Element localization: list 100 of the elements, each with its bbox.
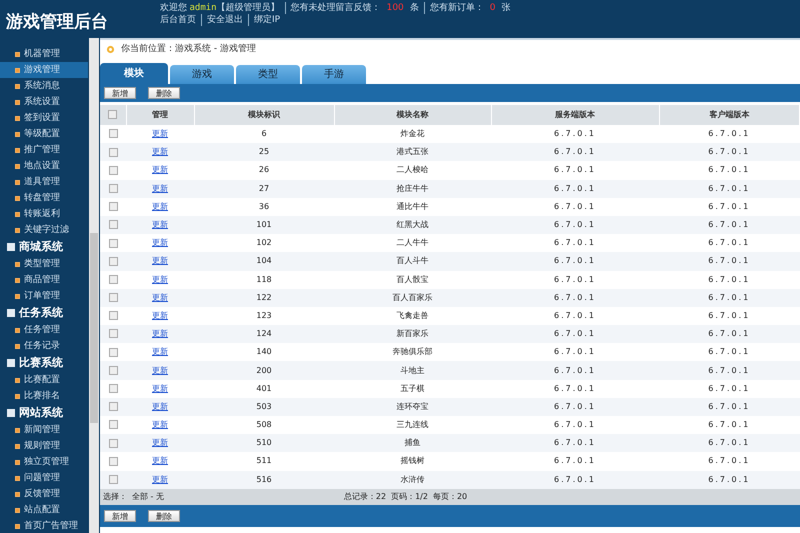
update-link[interactable]: 更新 [152,438,168,448]
tab[interactable]: 手游 [302,65,366,84]
update-link[interactable]: 更新 [152,184,168,193]
sidebar-item[interactable]: 系统设置 [0,94,88,110]
update-link[interactable]: 更新 [152,474,168,484]
sidebar-item[interactable]: 比赛排名 [0,388,88,404]
sidebar-item[interactable]: 比赛配置 [0,372,88,388]
sidebar-item[interactable]: 规则管理 [0,438,88,454]
sidebar-item[interactable]: 问题管理 [0,470,88,486]
update-link[interactable]: 更新 [152,456,168,466]
tab[interactable]: 类型 [236,65,300,84]
update-link[interactable]: 更新 [152,310,168,320]
sidebar-item[interactable]: 地点设置 [0,158,88,174]
update-link[interactable]: 更新 [152,329,168,338]
sidebar-item[interactable]: 机器管理 [0,46,88,62]
sidebar-item[interactable]: 转盘管理 [0,190,88,206]
row-checkbox[interactable] [108,348,118,357]
delete-button[interactable]: 删除 [148,87,180,99]
row-checkbox[interactable] [108,184,118,193]
row-checkbox[interactable] [108,402,118,412]
row-checkbox[interactable] [108,148,118,157]
table-cell: 6.7.0.1 [554,366,596,375]
sidebar-item[interactable]: 首页广告管理 [0,518,88,533]
sidebar-group-title[interactable]: 网站系统 [19,404,63,422]
row-checkbox[interactable] [108,366,118,375]
row-checkbox[interactable] [108,456,118,466]
table-cell: 通比牛牛 [396,202,428,211]
row-checkbox[interactable] [108,293,118,302]
row-checkbox[interactable] [108,274,118,284]
sidebar-group-title[interactable]: 任务系统 [19,304,63,322]
table-cell: 6.7.0.1 [708,438,750,448]
row-checkbox[interactable] [108,420,118,430]
select-all-checkbox[interactable] [108,110,118,120]
sidebar-item[interactable]: 转账返利 [0,206,88,222]
update-link[interactable]: 更新 [152,202,168,211]
table-cell: 6.7.0.1 [708,310,750,320]
row-checkbox[interactable] [108,166,118,175]
sidebar-item[interactable]: 任务管理 [0,322,88,338]
row-checkbox[interactable] [108,311,118,320]
table-cell: 6.7.0.1 [554,474,596,484]
table-cell: 6.7.0.1 [554,420,596,430]
sidebar-item[interactable]: 系统消息 [0,78,88,94]
sidebar-group-title[interactable]: 比赛系统 [19,354,63,372]
update-link[interactable]: 更新 [152,256,168,266]
row-checkbox[interactable] [108,329,118,338]
update-link[interactable]: 更新 [152,292,168,302]
update-link[interactable]: 更新 [152,402,168,411]
update-link[interactable]: 更新 [152,420,168,430]
sidebar-item[interactable]: 类型管理 [0,256,88,272]
row-checkbox[interactable] [108,238,118,248]
update-link[interactable]: 更新 [152,366,168,375]
app-title: 游戏管理后台 [5,11,109,34]
sidebar-group-title[interactable]: 商城系统 [19,238,63,256]
sidebar-item[interactable]: 订单管理 [0,288,88,304]
sidebar-item[interactable]: 签到设置 [0,110,88,126]
table-cell: 百人百家乐 [392,292,432,302]
row-checkbox[interactable] [108,220,118,230]
update-link[interactable]: 更新 [152,384,168,393]
row-checkbox[interactable] [108,474,118,484]
sidebar-item[interactable]: 游戏管理 [0,62,88,78]
scrollbar[interactable] [89,38,99,533]
table-cell: 炸金花 [400,129,424,138]
add-button[interactable]: 新增 [104,87,136,99]
select-none-link[interactable]: 无 [156,491,164,503]
row-checkbox[interactable] [108,129,118,138]
update-link[interactable]: 更新 [152,129,168,138]
table-cell: 飞禽走兽 [396,310,428,320]
sidebar-item[interactable]: 道具管理 [0,174,88,190]
feedback-unit: 条 [410,3,419,13]
tab[interactable]: 游戏 [170,65,234,84]
select-all-link[interactable]: 全部 [132,491,148,503]
update-link[interactable]: 更新 [152,220,168,230]
sidebar-item[interactable]: 独立页管理 [0,454,88,470]
delete-button[interactable]: 删除 [148,510,180,522]
table-cell: 122 [256,292,272,302]
row-checkbox[interactable] [108,256,118,266]
add-button[interactable]: 新增 [104,510,136,522]
sidebar-item[interactable]: 站点配置 [0,502,88,518]
update-link[interactable]: 更新 [152,238,168,248]
header-link[interactable]: 安全退出 [207,15,243,25]
sidebar-item[interactable]: 任务记录 [0,338,88,354]
column-header: 服务端版本 [491,105,659,125]
table-cell: 140 [256,347,272,356]
sidebar-item[interactable]: 关键字过滤 [0,222,88,238]
sidebar-item[interactable]: 推广管理 [0,142,88,158]
sidebar-item[interactable]: 新闻管理 [0,422,88,438]
sidebar-item[interactable]: 反馈管理 [0,486,88,502]
header-link[interactable]: 后台首页 [160,15,196,25]
update-link[interactable]: 更新 [152,274,168,284]
sidebar-item[interactable]: 商品管理 [0,272,88,288]
header-link[interactable]: 绑定IP [254,15,280,25]
row-checkbox[interactable] [108,438,118,448]
update-link[interactable]: 更新 [152,165,168,174]
update-link[interactable]: 更新 [152,147,168,156]
sidebar-item[interactable]: 等级配置 [0,126,88,142]
row-checkbox[interactable] [108,202,118,212]
update-link[interactable]: 更新 [152,347,168,356]
tab[interactable]: 模块 [100,63,168,84]
welcome-text: 欢迎您 [160,3,187,13]
row-checkbox[interactable] [108,384,118,394]
